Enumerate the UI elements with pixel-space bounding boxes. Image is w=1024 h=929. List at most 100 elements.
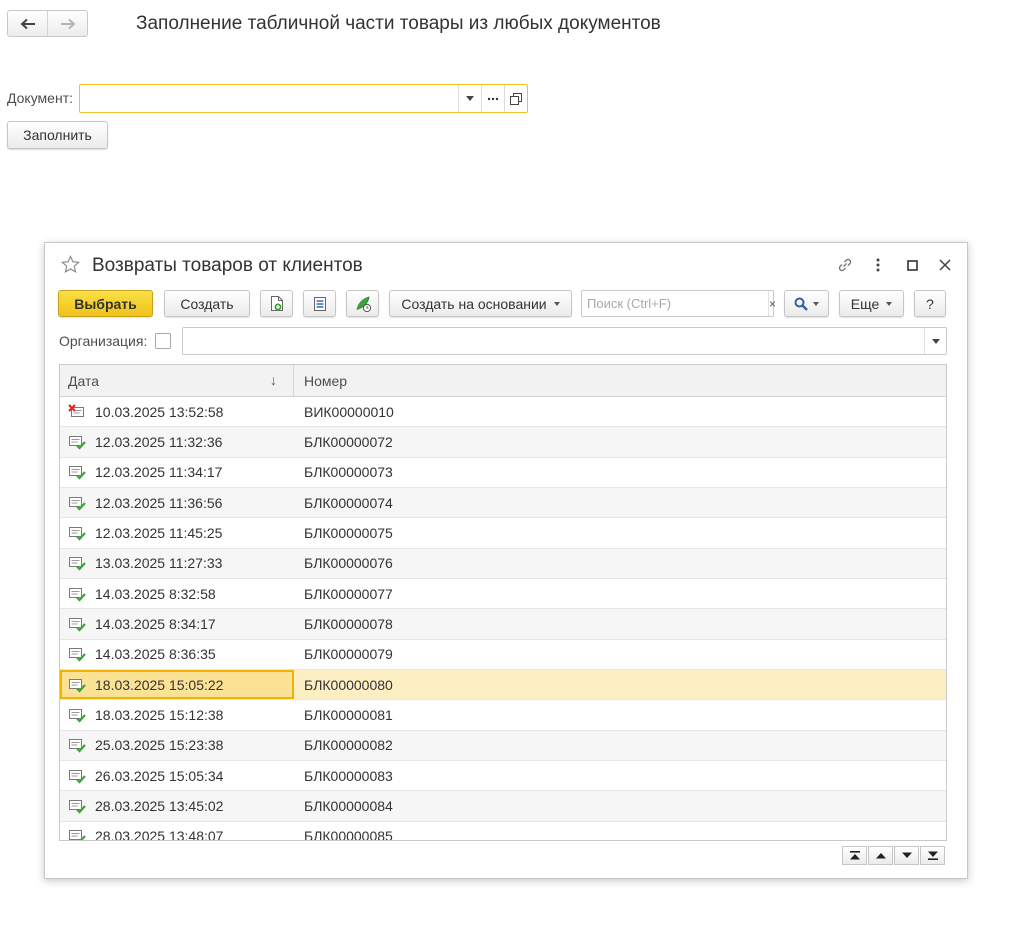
list-settings-button[interactable] (303, 290, 336, 317)
search-field: × (581, 290, 776, 317)
date-cell[interactable]: 14.03.2025 8:36:35 (60, 640, 294, 669)
number-cell[interactable]: БЛК00000084 (294, 791, 946, 820)
date-cell[interactable]: 10.03.2025 13:52:58 (60, 397, 294, 426)
date-cell[interactable]: 12.03.2025 11:32:36 (60, 427, 294, 456)
table-row[interactable]: 12.03.2025 11:45:25 БЛК00000075 (60, 518, 946, 549)
number-cell[interactable]: БЛК00000077 (294, 579, 946, 608)
number-cell[interactable]: ВИК00000010 (294, 397, 946, 426)
date-cell[interactable]: 18.03.2025 15:05:22 (60, 670, 294, 700)
table-row[interactable]: 12.03.2025 11:34:17 БЛК00000073 (60, 458, 946, 489)
number-cell[interactable]: БЛК00000083 (294, 761, 946, 790)
date-cell[interactable]: 12.03.2025 11:36:56 (60, 488, 294, 517)
document-dropdown-button[interactable] (458, 85, 481, 112)
table-row[interactable]: 14.03.2025 8:32:58 БЛК00000077 (60, 579, 946, 610)
select-button[interactable]: Выбрать (58, 290, 153, 317)
number-cell[interactable]: БЛК00000085 (294, 822, 946, 840)
scroll-down-button[interactable] (894, 846, 919, 865)
number-value: ВИК00000010 (304, 403, 394, 420)
table-row[interactable]: 25.03.2025 15:23:38 БЛК00000082 (60, 730, 946, 762)
date-cell[interactable]: 13.03.2025 11:27:33 (60, 549, 294, 578)
number-cell[interactable]: БЛК00000073 (294, 458, 946, 487)
table-row[interactable]: 28.03.2025 13:45:02 БЛК00000084 (60, 791, 946, 822)
table-row[interactable]: 18.03.2025 15:05:22 БЛК00000080 (60, 670, 946, 701)
number-cell[interactable]: БЛК00000079 (294, 640, 946, 669)
number-cell[interactable]: БЛК00000080 (294, 670, 946, 699)
more-button[interactable]: Еще (839, 290, 904, 317)
document-input[interactable] (80, 85, 458, 112)
posted-document-icon (69, 557, 86, 571)
search-options-button[interactable] (784, 290, 829, 317)
create-based-on-button[interactable]: Создать на основании (389, 290, 572, 317)
table-row[interactable]: 12.03.2025 11:32:36 БЛК00000072 (60, 427, 946, 458)
table-row[interactable]: 14.03.2025 8:34:17 БЛК00000078 (60, 609, 946, 640)
organization-dropdown-button[interactable] (924, 328, 946, 354)
number-cell[interactable]: БЛК00000076 (294, 549, 946, 578)
organization-value[interactable] (183, 328, 924, 354)
table-row[interactable]: 12.03.2025 11:36:56 БЛК00000074 (60, 488, 946, 519)
date-value: 28.03.2025 13:48:07 (95, 828, 224, 841)
open-window-icon (510, 92, 522, 105)
table-row[interactable]: 26.03.2025 15:05:34 БЛК00000083 (60, 761, 946, 792)
date-value: 26.03.2025 15:05:34 (95, 767, 224, 784)
search-icon (794, 297, 808, 311)
organization-field[interactable] (182, 327, 947, 355)
chevron-down-icon (813, 301, 819, 306)
date-cell[interactable]: 28.03.2025 13:45:02 (60, 791, 294, 820)
favorite-star-icon[interactable] (61, 255, 80, 274)
column-header-number[interactable]: Номер (294, 365, 946, 396)
table-body: 10.03.2025 13:52:58 ВИК00000010 12.03.2025… (60, 397, 946, 841)
number-cell[interactable]: БЛК00000081 (294, 700, 946, 729)
link-button[interactable] (835, 255, 855, 275)
selection-window: Возвраты товаров от клиентов Выбрать Соз… (44, 242, 968, 879)
number-cell[interactable]: БЛК00000075 (294, 518, 946, 547)
forward-button[interactable] (47, 11, 87, 36)
close-button[interactable] (935, 255, 955, 275)
table-row[interactable]: 14.03.2025 8:36:35 БЛК00000079 (60, 640, 946, 671)
date-cell[interactable]: 12.03.2025 11:34:17 (60, 458, 294, 487)
number-cell[interactable]: БЛК00000078 (294, 609, 946, 638)
scroll-first-button[interactable] (842, 846, 867, 865)
table-row[interactable]: 10.03.2025 13:52:58 ВИК00000010 (60, 397, 946, 428)
copy-button[interactable] (260, 290, 293, 317)
number-value: БЛК00000080 (304, 676, 393, 693)
date-cell[interactable]: 26.03.2025 15:05:34 (60, 761, 294, 790)
back-button[interactable] (8, 11, 47, 36)
number-cell[interactable]: БЛК00000082 (294, 731, 946, 760)
number-value: БЛК00000076 (304, 555, 393, 572)
create-button[interactable]: Создать (164, 290, 250, 317)
maximize-button[interactable] (902, 255, 922, 275)
date-cell[interactable]: 25.03.2025 15:23:38 (60, 731, 294, 760)
post-document-button[interactable] (346, 290, 379, 317)
search-clear-button[interactable]: × (768, 291, 776, 316)
number-cell[interactable]: БЛК00000072 (294, 427, 946, 456)
fill-button[interactable]: Заполнить (7, 121, 108, 149)
date-cell[interactable]: 12.03.2025 11:45:25 (60, 518, 294, 547)
document-select-button[interactable] (481, 85, 504, 112)
table-row[interactable]: 28.03.2025 13:48:07 БЛК00000085 (60, 822, 946, 841)
date-cell[interactable]: 18.03.2025 15:12:38 (60, 700, 294, 729)
date-cell[interactable]: 14.03.2025 8:32:58 (60, 579, 294, 608)
scroll-up-button[interactable] (868, 846, 893, 865)
column-header-date[interactable]: Дата ↓ (60, 365, 294, 396)
number-cell[interactable]: БЛК00000074 (294, 488, 946, 517)
organization-filter-checkbox[interactable] (155, 333, 171, 349)
number-value: БЛК00000072 (304, 434, 393, 451)
window-menu-button[interactable] (868, 255, 888, 275)
date-cell[interactable]: 28.03.2025 13:48:07 (60, 822, 294, 841)
scroll-last-button[interactable] (920, 846, 945, 865)
date-value: 13.03.2025 11:27:33 (95, 555, 223, 572)
posted-document-icon (69, 800, 86, 814)
arrow-up-icon (875, 853, 886, 859)
date-cell[interactable]: 14.03.2025 8:34:17 (60, 609, 294, 638)
search-input[interactable] (582, 291, 768, 316)
help-button[interactable]: ? (914, 290, 946, 317)
navigation-buttons (7, 10, 88, 37)
table-row[interactable]: 18.03.2025 15:12:38 БЛК00000081 (60, 700, 946, 731)
posted-document-icon (69, 496, 86, 511)
date-value: 12.03.2025 11:34:17 (95, 464, 223, 481)
table-row[interactable]: 13.03.2025 11:27:33 БЛК00000076 (60, 548, 946, 580)
posted-document-icon (69, 436, 86, 450)
arrow-right-icon (60, 18, 75, 29)
number-value: БЛК00000078 (304, 616, 393, 633)
document-open-button[interactable] (504, 85, 527, 112)
